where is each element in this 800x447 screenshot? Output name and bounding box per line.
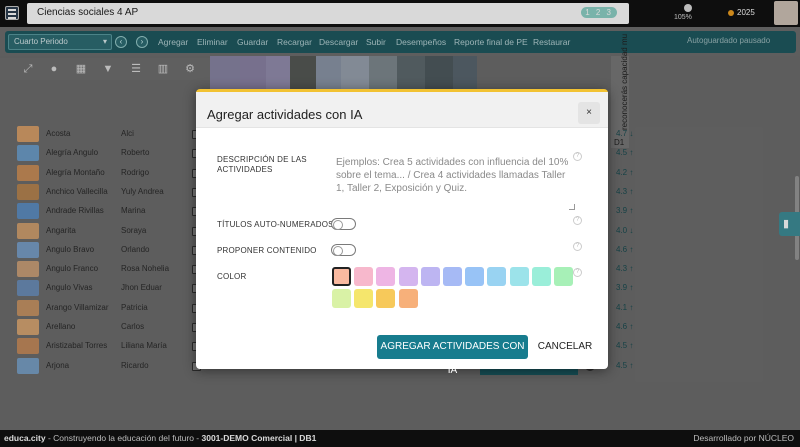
color-swatch[interactable] [332,267,351,286]
color-swatch[interactable] [376,289,396,308]
description-label: DESCRIPCIÓN DE LAS ACTIVIDADES [217,155,307,174]
color-swatch[interactable] [443,267,462,286]
ai-activities-modal: Agregar actividades con IA × DESCRIPCIÓN… [196,89,608,376]
color-swatch[interactable] [398,267,418,286]
close-button[interactable]: × [578,102,600,124]
auto-number-toggle[interactable] [331,218,356,230]
color-swatch[interactable] [531,267,551,286]
description-textarea[interactable]: Ejemplos: Crea 5 actividades con influen… [336,156,576,208]
color-swatch[interactable] [376,267,396,286]
color-swatch[interactable] [465,267,485,286]
modal-title: Agregar actividades con IA [207,107,363,122]
propose-content-label: PROPONER CONTENIDO [217,246,317,255]
modal-header: Agregar actividades con IA × [196,92,608,128]
color-swatch[interactable] [354,289,374,308]
color-label: COLOR [217,272,247,281]
help-icon[interactable]: ? [573,268,582,277]
color-swatch[interactable] [332,289,351,308]
cancel-button[interactable]: CANCELAR [536,335,594,359]
resize-handle[interactable] [569,204,575,210]
help-icon[interactable]: ? [573,152,582,161]
color-swatch[interactable] [398,289,418,308]
color-swatch[interactable] [509,267,529,286]
color-swatch[interactable] [354,267,374,286]
propose-content-toggle[interactable] [331,244,356,256]
color-swatch[interactable] [554,267,573,286]
help-icon[interactable]: ? [573,242,582,251]
color-swatch[interactable] [487,267,507,286]
color-swatch[interactable] [420,267,440,286]
auto-number-label: TÍTULOS AUTO-NUMERADOS [217,220,334,229]
help-icon[interactable]: ? [573,216,582,225]
add-ai-activities-button[interactable]: AGREGAR ACTIVIDADES CON IA [377,335,528,376]
